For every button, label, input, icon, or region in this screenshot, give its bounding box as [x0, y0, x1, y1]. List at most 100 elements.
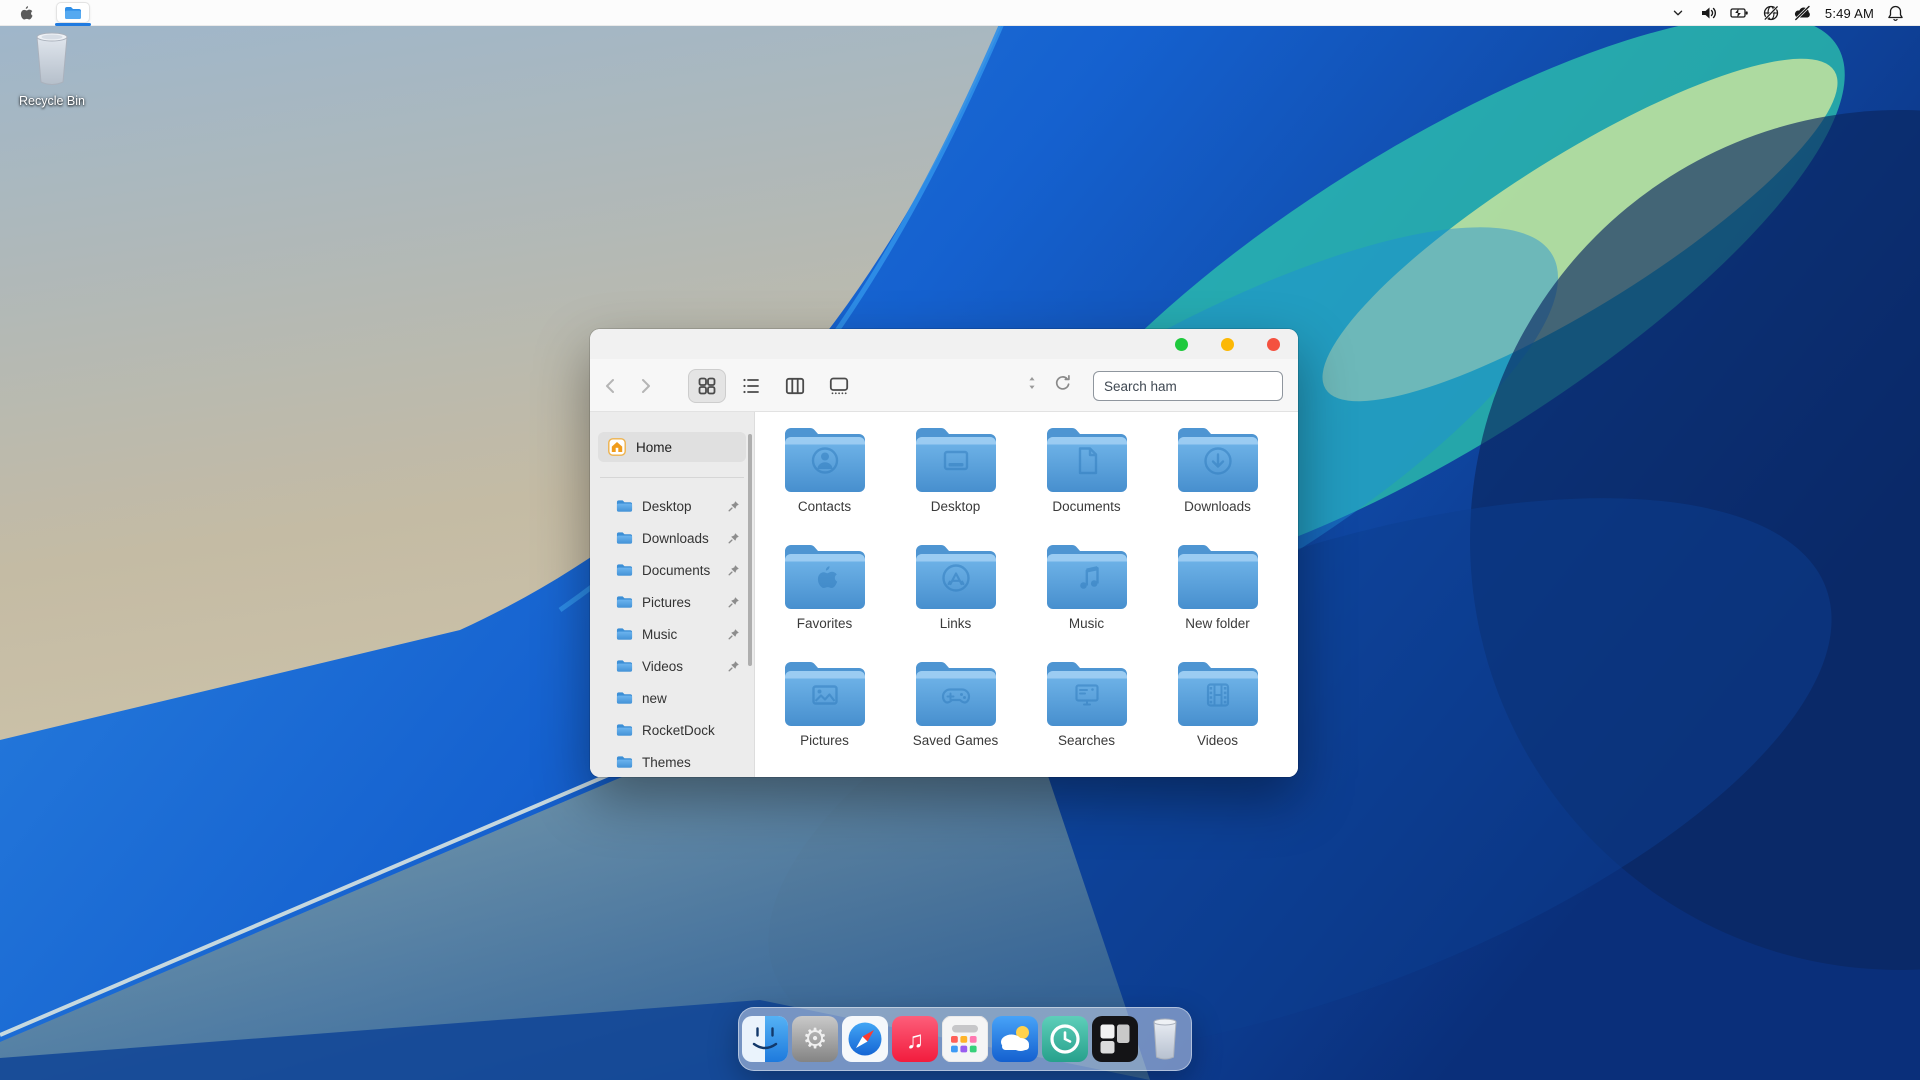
- sidebar-item-label: Music: [642, 627, 677, 642]
- sidebar-item-label: Home: [636, 440, 672, 455]
- folder-icon: [616, 531, 633, 545]
- dock-item-tiles[interactable]: [1092, 1016, 1138, 1062]
- toolbar: [590, 359, 1298, 412]
- active-app-indicator: [55, 23, 91, 26]
- active-app-button[interactable]: [56, 2, 90, 23]
- pin-icon: [728, 564, 740, 576]
- sidebar-item-label: RocketDock: [642, 723, 715, 738]
- dock-item-launchpad[interactable]: [942, 1016, 988, 1062]
- folder-item-new-folder[interactable]: New folder: [1152, 537, 1283, 654]
- folder-item-searches[interactable]: Searches: [1021, 654, 1152, 771]
- folder-item-documents[interactable]: Documents: [1021, 420, 1152, 537]
- view-columns-button[interactable]: [776, 369, 814, 403]
- dock-item-safari[interactable]: [842, 1016, 888, 1062]
- folder-item-desktop[interactable]: Desktop: [890, 420, 1021, 537]
- sidebar-item-pictures[interactable]: Pictures: [590, 586, 754, 618]
- folder-icon: [616, 499, 633, 513]
- sidebar-scrollbar[interactable]: [748, 434, 752, 666]
- folder-label: Documents: [1052, 499, 1120, 514]
- sidebar-item-music[interactable]: Music: [590, 618, 754, 650]
- folder-item-contacts[interactable]: Contacts: [759, 420, 890, 537]
- dock-item-time-machine[interactable]: [1042, 1016, 1088, 1062]
- folder-label: Pictures: [800, 733, 849, 748]
- view-gallery-button[interactable]: [820, 369, 858, 403]
- dock-item-weather[interactable]: [992, 1016, 1038, 1062]
- sidebar-item-desktop[interactable]: Desktop: [590, 490, 754, 522]
- pin-icon: [728, 628, 740, 640]
- folder-label: Contacts: [798, 499, 851, 514]
- globe-offline-icon[interactable]: [1762, 4, 1780, 22]
- sidebar-item-downloads[interactable]: Downloads: [590, 522, 754, 554]
- folder-label: Saved Games: [913, 733, 999, 748]
- minimize-button[interactable]: [1221, 338, 1234, 351]
- folder-label: Desktop: [931, 499, 981, 514]
- folder-icon: [781, 658, 869, 730]
- svg-text:⚙: ⚙: [802, 1023, 827, 1054]
- dock-item-settings[interactable]: ⚙: [792, 1016, 838, 1062]
- trash-can-icon: [29, 30, 75, 88]
- folder-label: Links: [940, 616, 972, 631]
- folder-item-pictures[interactable]: Pictures: [759, 654, 890, 771]
- maximize-button[interactable]: [1175, 338, 1188, 351]
- forward-button[interactable]: [632, 375, 658, 397]
- refresh-icon[interactable]: [1054, 374, 1072, 397]
- recycle-bin[interactable]: Recycle Bin: [10, 30, 94, 108]
- pin-icon: [728, 596, 740, 608]
- sidebar-item-label: Videos: [642, 659, 683, 674]
- folder-icon: [616, 659, 633, 673]
- folder-icon: [781, 541, 869, 613]
- folder-icon: [616, 627, 633, 641]
- pin-icon: [728, 500, 740, 512]
- folder-icon: [64, 6, 82, 20]
- sidebar-list: DesktopDownloads Documents Pictures Music Vi…: [590, 490, 754, 777]
- dock-item-finder[interactable]: [742, 1016, 788, 1062]
- sidebar-item-label: Documents: [642, 563, 710, 578]
- home-icon: [608, 438, 626, 456]
- title-bar[interactable]: [590, 329, 1298, 359]
- chevron-down-icon[interactable]: [1670, 5, 1686, 21]
- bell-icon[interactable]: [1887, 4, 1904, 22]
- folder-icon: [912, 541, 1000, 613]
- close-button[interactable]: [1267, 338, 1280, 351]
- search-input[interactable]: [1093, 371, 1283, 401]
- apple-menu[interactable]: [18, 5, 34, 27]
- folder-item-favorites[interactable]: Favorites: [759, 537, 890, 654]
- sort-icon[interactable]: [1026, 375, 1038, 396]
- view-grid-button[interactable]: [688, 369, 726, 403]
- dock-item-music[interactable]: ♫: [892, 1016, 938, 1062]
- sidebar-divider: [600, 477, 744, 478]
- folder-item-saved-games[interactable]: Saved Games: [890, 654, 1021, 771]
- folder-item-videos[interactable]: Videos: [1152, 654, 1283, 771]
- sidebar-item-themes[interactable]: Themes: [590, 746, 754, 777]
- folder-item-music[interactable]: Music: [1021, 537, 1152, 654]
- sidebar-item-new[interactable]: new: [590, 682, 754, 714]
- folder-label: New folder: [1185, 616, 1250, 631]
- folder-icon: [616, 563, 633, 577]
- folder-icon: [1043, 658, 1131, 730]
- folder-icon: [616, 691, 633, 705]
- sidebar-item-label: Themes: [642, 755, 691, 770]
- file-explorer-window: Home DesktopDownloadsDocumentsPicturesMu…: [590, 329, 1298, 777]
- folder-item-links[interactable]: Links: [890, 537, 1021, 654]
- sidebar-item-rocketdock[interactable]: RocketDock: [590, 714, 754, 746]
- folder-icon: [1174, 541, 1262, 613]
- folder-item-downloads[interactable]: Downloads: [1152, 420, 1283, 537]
- battery-charging-icon[interactable]: [1730, 4, 1749, 22]
- clock[interactable]: 5:49 AM: [1825, 6, 1874, 21]
- folder-icon: [1174, 424, 1262, 496]
- folder-icon: [1043, 424, 1131, 496]
- folder-icon: [912, 424, 1000, 496]
- svg-text:♫: ♫: [906, 1027, 924, 1054]
- sidebar-item-home[interactable]: Home: [598, 432, 746, 462]
- back-button[interactable]: [598, 375, 624, 397]
- folder-icon: [616, 723, 633, 737]
- view-list-button[interactable]: [732, 369, 770, 403]
- folder-icon: [616, 595, 633, 609]
- dock-item-trash[interactable]: [1142, 1016, 1188, 1062]
- volume-icon[interactable]: [1699, 4, 1717, 22]
- pin-icon: [728, 660, 740, 672]
- sidebar-item-videos[interactable]: Videos: [590, 650, 754, 682]
- cloud-offline-icon[interactable]: [1793, 4, 1812, 22]
- sidebar-item-documents[interactable]: Documents: [590, 554, 754, 586]
- sidebar-item-label: Pictures: [642, 595, 691, 610]
